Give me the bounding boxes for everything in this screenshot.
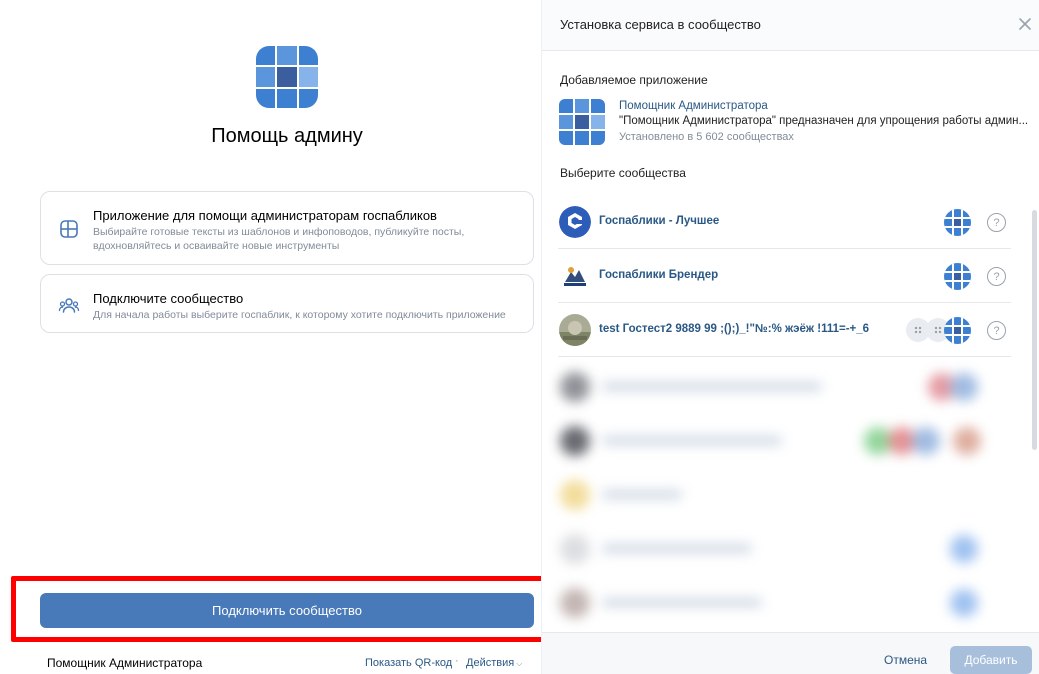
connect-community-button[interactable]: Подключить сообщество <box>40 593 534 628</box>
chevron-down-icon: ⌵ <box>516 659 523 668</box>
app-item-description: "Помощник Администратора" предназначен д… <box>619 115 1029 127</box>
card-description: Для начала работы выберите госпаблик, к … <box>93 309 506 321</box>
app-item-name-link[interactable]: Помощник Администратора <box>619 100 768 112</box>
card-connect-community[interactable]: Подключите сообщество Для начала работы … <box>40 274 534 333</box>
add-button[interactable]: Добавить <box>950 646 1032 674</box>
actions-dropdown[interactable]: Действия ⌵ <box>466 657 522 669</box>
community-name: Госпаблики - Лучшее <box>599 215 720 227</box>
app-globe-icon <box>944 209 971 236</box>
app-item-install-count: Установлено в 5 602 сообществах <box>619 131 794 143</box>
install-service-modal: Установка сервиса в сообщество Добавляем… <box>541 0 1039 674</box>
community-avatar <box>559 260 591 292</box>
card-title: Приложение для помощи администраторам го… <box>93 208 437 223</box>
help-icon[interactable]: ? <box>987 213 1006 232</box>
help-icon[interactable]: ? <box>987 267 1006 286</box>
actions-label: Действия <box>466 657 515 669</box>
card-description: Выбирайте готовые тексты из шаблонов и и… <box>93 226 465 252</box>
card-title: Подключите сообщество <box>93 291 244 306</box>
community-name: Госпаблики Брендер <box>599 269 719 281</box>
community-row[interactable]: Госпаблики Брендер ? <box>558 250 1011 303</box>
modal-footer: Отмена Добавить <box>542 632 1039 674</box>
app-landing-pane: Помощь админу Приложение для помощи адми… <box>0 0 560 674</box>
community-row[interactable]: Госпаблики - Лучшее ? <box>558 196 1011 249</box>
community-name: test Гостест2 9889 99 ;();)_!"№:% жэёж !… <box>599 323 870 335</box>
footer-app-name: Помощник Администратора <box>47 656 203 670</box>
section-label-choose: Выберите сообщества <box>560 166 686 180</box>
section-label-app: Добавляемое приложение <box>560 73 708 87</box>
close-icon[interactable] <box>1017 16 1033 32</box>
footer-separator: · <box>455 655 459 667</box>
scrollbar[interactable] <box>1032 210 1037 450</box>
modal-header: Установка сервиса в сообщество <box>542 0 1039 51</box>
app-logo-icon <box>256 46 318 108</box>
card-admin-app[interactable]: Приложение для помощи администраторам го… <box>40 191 534 265</box>
modal-title: Установка сервиса в сообщество <box>560 17 761 32</box>
app-globe-icon <box>944 317 971 344</box>
app-title: Помощь админу <box>211 125 363 147</box>
show-qr-link[interactable]: Показать QR-код <box>365 657 452 669</box>
widget-icon <box>60 220 78 238</box>
blurred-community-list <box>558 360 1023 630</box>
cancel-button[interactable]: Отмена <box>884 653 927 667</box>
users-icon <box>58 298 80 313</box>
app-globe-icon <box>944 263 971 290</box>
community-row[interactable]: test Гостест2 9889 99 ;();)_!"№:% жэёж !… <box>558 304 1011 357</box>
community-avatar <box>559 206 591 238</box>
help-icon[interactable]: ? <box>987 321 1006 340</box>
community-avatar <box>559 314 591 346</box>
app-logo-icon <box>559 99 605 145</box>
